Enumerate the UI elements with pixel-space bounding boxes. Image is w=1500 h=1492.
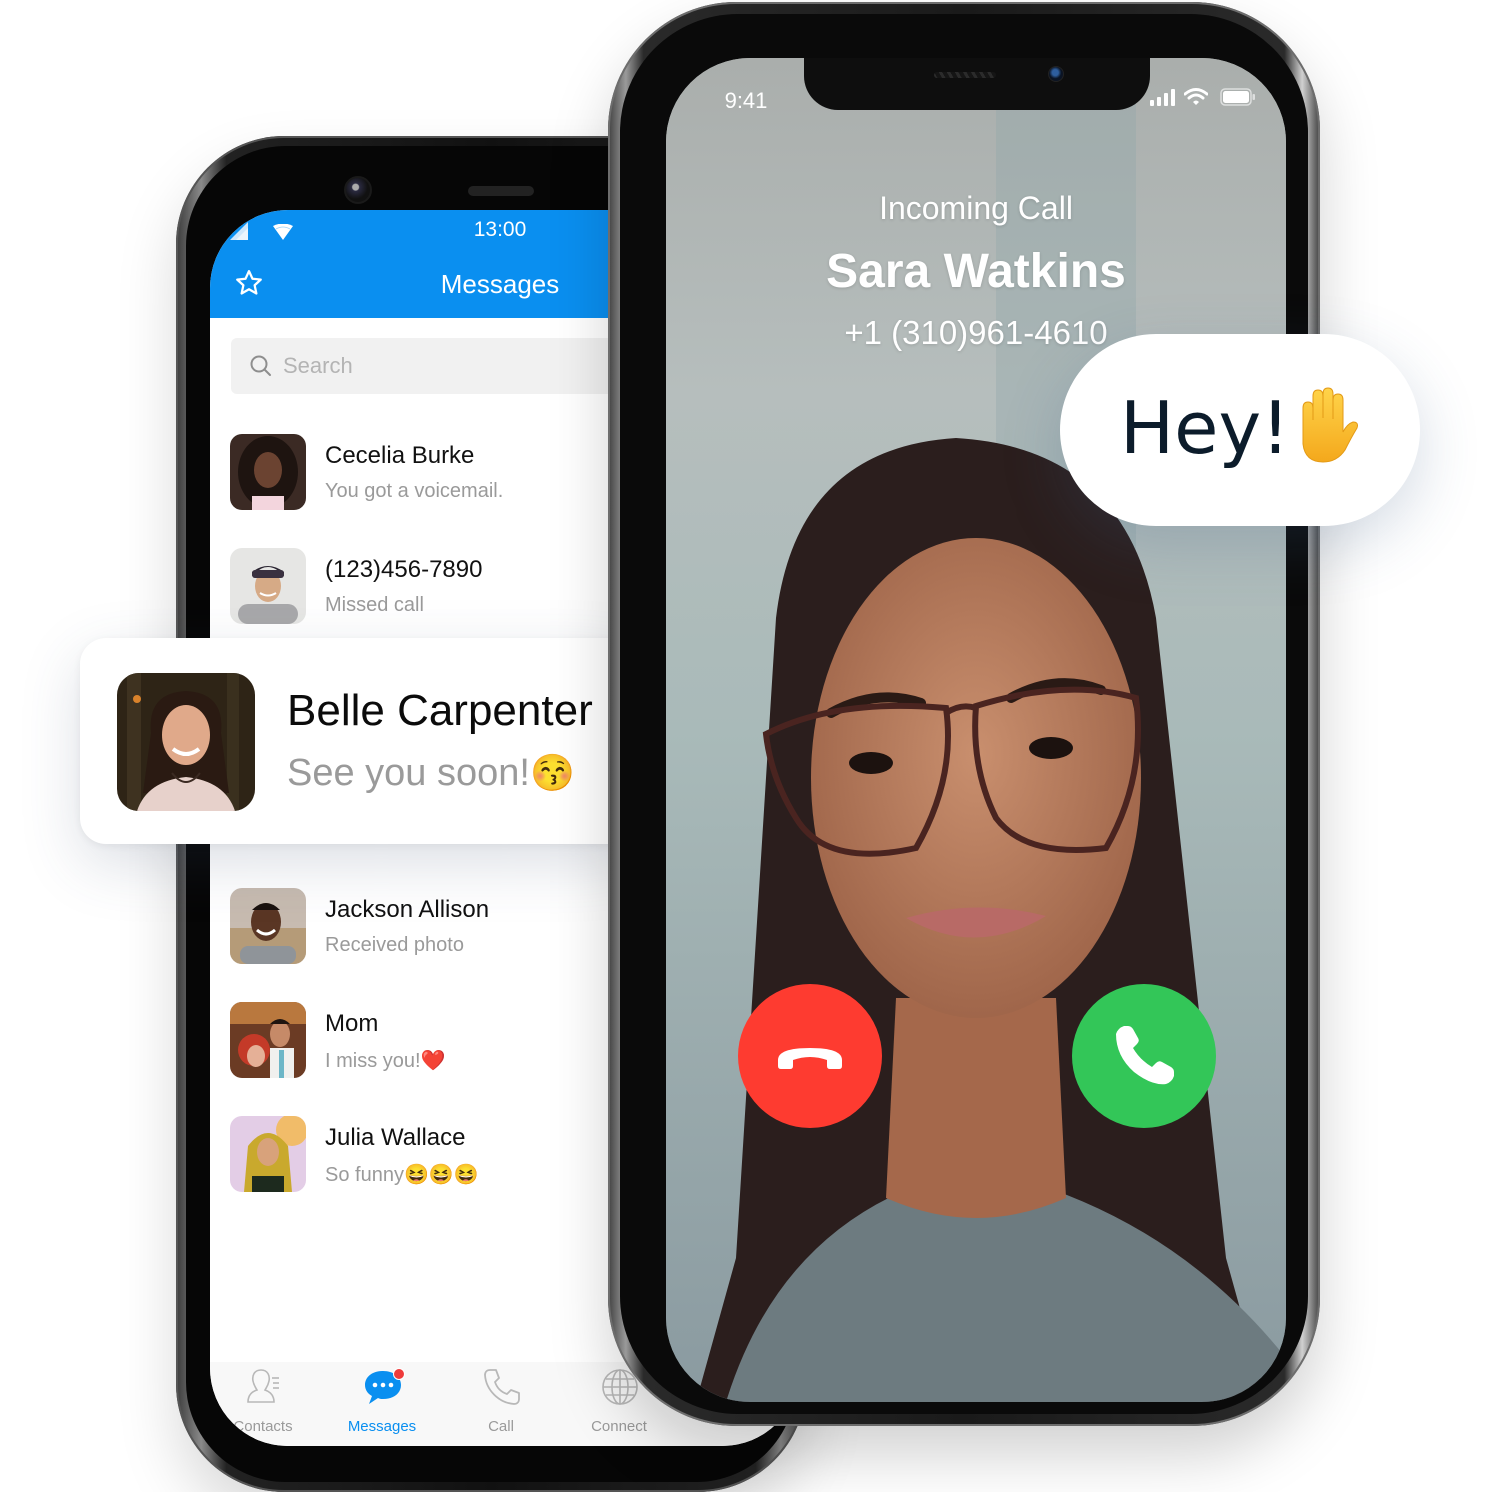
conversation-item[interactable]: Mom I miss you!❤️ <box>230 1002 650 1082</box>
avatar <box>230 434 306 510</box>
message-preview: Missed call <box>325 594 424 616</box>
conversation-item[interactable]: Cecelia Burke You got a voicemail. <box>230 434 650 514</box>
message-preview: Received photo <box>325 934 464 956</box>
battery-icon <box>1220 88 1255 106</box>
status-time: 13:00 <box>473 218 527 241</box>
tab-label: Messages <box>347 1418 417 1435</box>
tab-call[interactable]: Call <box>446 1362 556 1446</box>
avatar <box>230 548 306 624</box>
call-status-label: Incoming Call <box>879 190 1073 226</box>
cell-signal-icon <box>1150 89 1175 106</box>
hang-up-icon <box>778 1048 842 1069</box>
message-text: So funny <box>325 1164 404 1186</box>
kissing-emoji-icon: 😚 <box>529 752 575 793</box>
status-time: 9:41 <box>724 88 768 113</box>
iphone-bezel: 9:41 Incoming Call Sara Watkins +1 (310)… <box>620 14 1308 1414</box>
phone-icon <box>1116 1026 1174 1085</box>
conversation-item[interactable]: (123)456-7890 Missed call <box>230 548 650 628</box>
conversation-item[interactable]: Jackson Allison Received photo <box>230 888 650 968</box>
caller-name: Sara Watkins <box>826 245 1126 298</box>
avatar <box>117 673 255 811</box>
contact-name: Julia Wallace <box>325 1124 466 1151</box>
chat-bubble: Hey! <box>1060 334 1420 526</box>
conversation-item[interactable]: Julia Wallace So funny😆😆😆 <box>230 1116 650 1196</box>
message-preview: So funny😆😆😆 <box>325 1162 479 1187</box>
message-text: I miss you! <box>325 1050 421 1072</box>
search-bar[interactable] <box>231 338 651 394</box>
phone-icon <box>484 1369 520 1405</box>
contacts-icon <box>247 1369 279 1403</box>
incoming-call-screen: 9:41 Incoming Call Sara Watkins +1 (310)… <box>666 58 1286 1402</box>
laughing-emoji-icon: 😆😆😆 <box>403 1164 479 1186</box>
avatar <box>230 1116 306 1192</box>
tab-label: Call <box>488 1418 514 1435</box>
heart-emoji-icon: ❤️ <box>420 1050 446 1072</box>
avatar <box>230 1002 306 1078</box>
notch <box>804 58 1150 110</box>
front-camera <box>344 176 372 204</box>
avatar <box>230 888 306 964</box>
bubble-text: Hey! <box>1120 386 1290 470</box>
message-preview: See you soon!😚 <box>287 752 575 795</box>
message-preview: I miss you!❤️ <box>325 1048 445 1073</box>
star-icon[interactable] <box>234 268 264 298</box>
contact-name: Mom <box>325 1010 379 1037</box>
accept-call-button[interactable] <box>1072 984 1216 1128</box>
wifi-icon <box>273 224 293 240</box>
iphone: 9:41 Incoming Call Sara Watkins +1 (310)… <box>608 2 1320 1426</box>
tab-label: Connect <box>591 1418 647 1435</box>
contact-name: Jackson Allison <box>325 896 490 923</box>
message-notification-card[interactable]: Belle Carpenter See you soon!😚 <box>80 638 640 844</box>
contact-name: Cecelia Burke <box>325 442 475 469</box>
decline-call-button[interactable] <box>738 984 882 1128</box>
tab-contacts[interactable]: Contacts <box>210 1362 318 1446</box>
marketing-composite: 13:00 Messages Search Cecelia Burke You … <box>0 0 1500 1492</box>
tab-messages[interactable]: Messages <box>327 1362 437 1446</box>
unread-badge <box>393 1368 405 1380</box>
message-text: See you soon! <box>287 752 530 794</box>
front-camera <box>1048 66 1064 82</box>
wifi-icon <box>1184 88 1208 105</box>
search-input[interactable] <box>283 338 623 394</box>
cell-signal-icon <box>230 222 248 240</box>
tab-label: Contacts <box>233 1418 293 1435</box>
message-preview: You got a voicemail. <box>325 480 504 502</box>
contact-name: (123)456-7890 <box>325 556 483 583</box>
search-icon <box>250 355 271 376</box>
page-title: Messages <box>440 269 560 299</box>
sender-name: Belle Carpenter <box>287 686 593 735</box>
earpiece-speaker <box>934 72 996 78</box>
earpiece-speaker <box>468 186 534 196</box>
raised-hand-emoji-icon <box>1302 387 1358 463</box>
